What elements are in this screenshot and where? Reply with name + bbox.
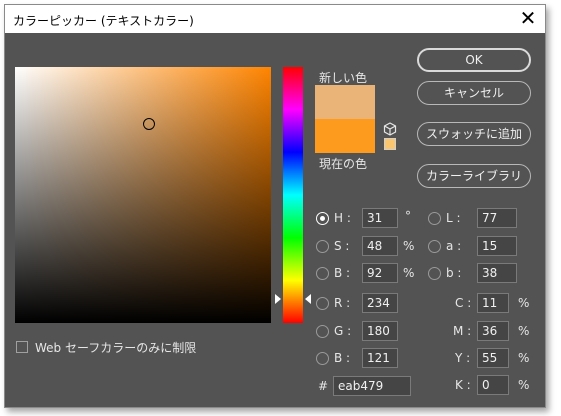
title-bar: カラーピッカー (テキストカラー) ✕ xyxy=(5,5,545,33)
color-field[interactable] xyxy=(15,67,271,323)
lab-a-field[interactable]: 15 xyxy=(477,236,517,256)
blue-field[interactable]: 121 xyxy=(362,348,398,368)
green-radio[interactable] xyxy=(316,325,329,338)
lab-a-radio[interactable] xyxy=(428,240,441,253)
blue-label: B : xyxy=(334,351,351,365)
green-field[interactable]: 180 xyxy=(362,321,398,341)
red-radio[interactable] xyxy=(316,297,329,310)
dialog-title: カラーピッカー (テキストカラー) xyxy=(13,14,194,28)
cyan-field[interactable]: 11 xyxy=(477,293,509,313)
cyan-label: C : xyxy=(455,296,472,310)
new-color-label: 新しい色 xyxy=(319,71,368,85)
lab-l-label: L : xyxy=(446,211,461,225)
brightness-radio[interactable] xyxy=(316,267,329,280)
color-picker-dialog: カラーピッカー (テキストカラー) ✕ 新しい色 現在の色 OK キャンセル ス… xyxy=(4,4,546,408)
hex-label: # xyxy=(318,379,329,393)
lab-b-radio[interactable] xyxy=(428,267,441,280)
color-field-marker[interactable] xyxy=(143,118,155,130)
brightness-field[interactable]: 92 xyxy=(362,263,398,283)
hue-unit: ° xyxy=(405,209,411,223)
add-to-swatches-button[interactable]: スウォッチに追加 xyxy=(417,122,531,146)
black-unit: % xyxy=(518,378,530,392)
cyan-unit: % xyxy=(518,296,530,310)
close-icon[interactable]: ✕ xyxy=(517,8,539,30)
saturation-unit: % xyxy=(403,239,415,253)
yellow-field[interactable]: 55 xyxy=(477,348,509,368)
hex-field[interactable]: eab479 xyxy=(333,376,411,396)
red-label: R : xyxy=(334,296,351,310)
current-color-label: 現在の色 xyxy=(319,157,368,171)
brightness-unit: % xyxy=(403,266,415,280)
black-label: K : xyxy=(455,378,471,392)
hue-label: H : xyxy=(334,211,351,225)
magenta-unit: % xyxy=(518,324,530,338)
hue-radio[interactable] xyxy=(316,212,329,225)
hue-slider[interactable] xyxy=(283,67,303,323)
hue-field[interactable]: 31 xyxy=(362,208,398,228)
lab-l-field[interactable]: 77 xyxy=(477,208,517,228)
new-color-swatch xyxy=(315,85,375,119)
yellow-label: Y : xyxy=(455,351,471,365)
lab-b-label: b : xyxy=(446,266,462,280)
red-field[interactable]: 234 xyxy=(362,293,398,313)
cube-icon[interactable] xyxy=(383,122,397,136)
magenta-field[interactable]: 36 xyxy=(477,321,509,341)
blue-radio[interactable] xyxy=(316,352,329,365)
green-label: G : xyxy=(334,324,352,338)
web-color-swatch[interactable] xyxy=(384,138,396,150)
hue-slider-right-arrow[interactable] xyxy=(305,294,311,304)
yellow-unit: % xyxy=(518,351,530,365)
saturation-radio[interactable] xyxy=(316,240,329,253)
saturation-field[interactable]: 48 xyxy=(362,236,398,256)
web-safe-label: Web セーフカラーのみに制限 xyxy=(35,341,197,355)
web-safe-checkbox[interactable] xyxy=(16,341,28,353)
brightness-label: B : xyxy=(334,266,351,280)
dialog-body: 新しい色 現在の色 OK キャンセル スウォッチに追加 カラーライブラリ H :… xyxy=(5,33,545,408)
hue-slider-left-arrow[interactable] xyxy=(275,294,281,304)
lab-l-radio[interactable] xyxy=(428,212,441,225)
color-libraries-button[interactable]: カラーライブラリ xyxy=(417,164,531,188)
magenta-label: M : xyxy=(453,324,472,338)
cancel-button[interactable]: キャンセル xyxy=(417,81,531,105)
black-field[interactable]: 0 xyxy=(477,375,509,395)
saturation-label: S : xyxy=(334,239,350,253)
lab-b-field[interactable]: 38 xyxy=(477,263,517,283)
lab-a-label: a : xyxy=(446,239,462,253)
ok-button[interactable]: OK xyxy=(417,48,531,72)
current-color-swatch[interactable] xyxy=(315,119,375,153)
